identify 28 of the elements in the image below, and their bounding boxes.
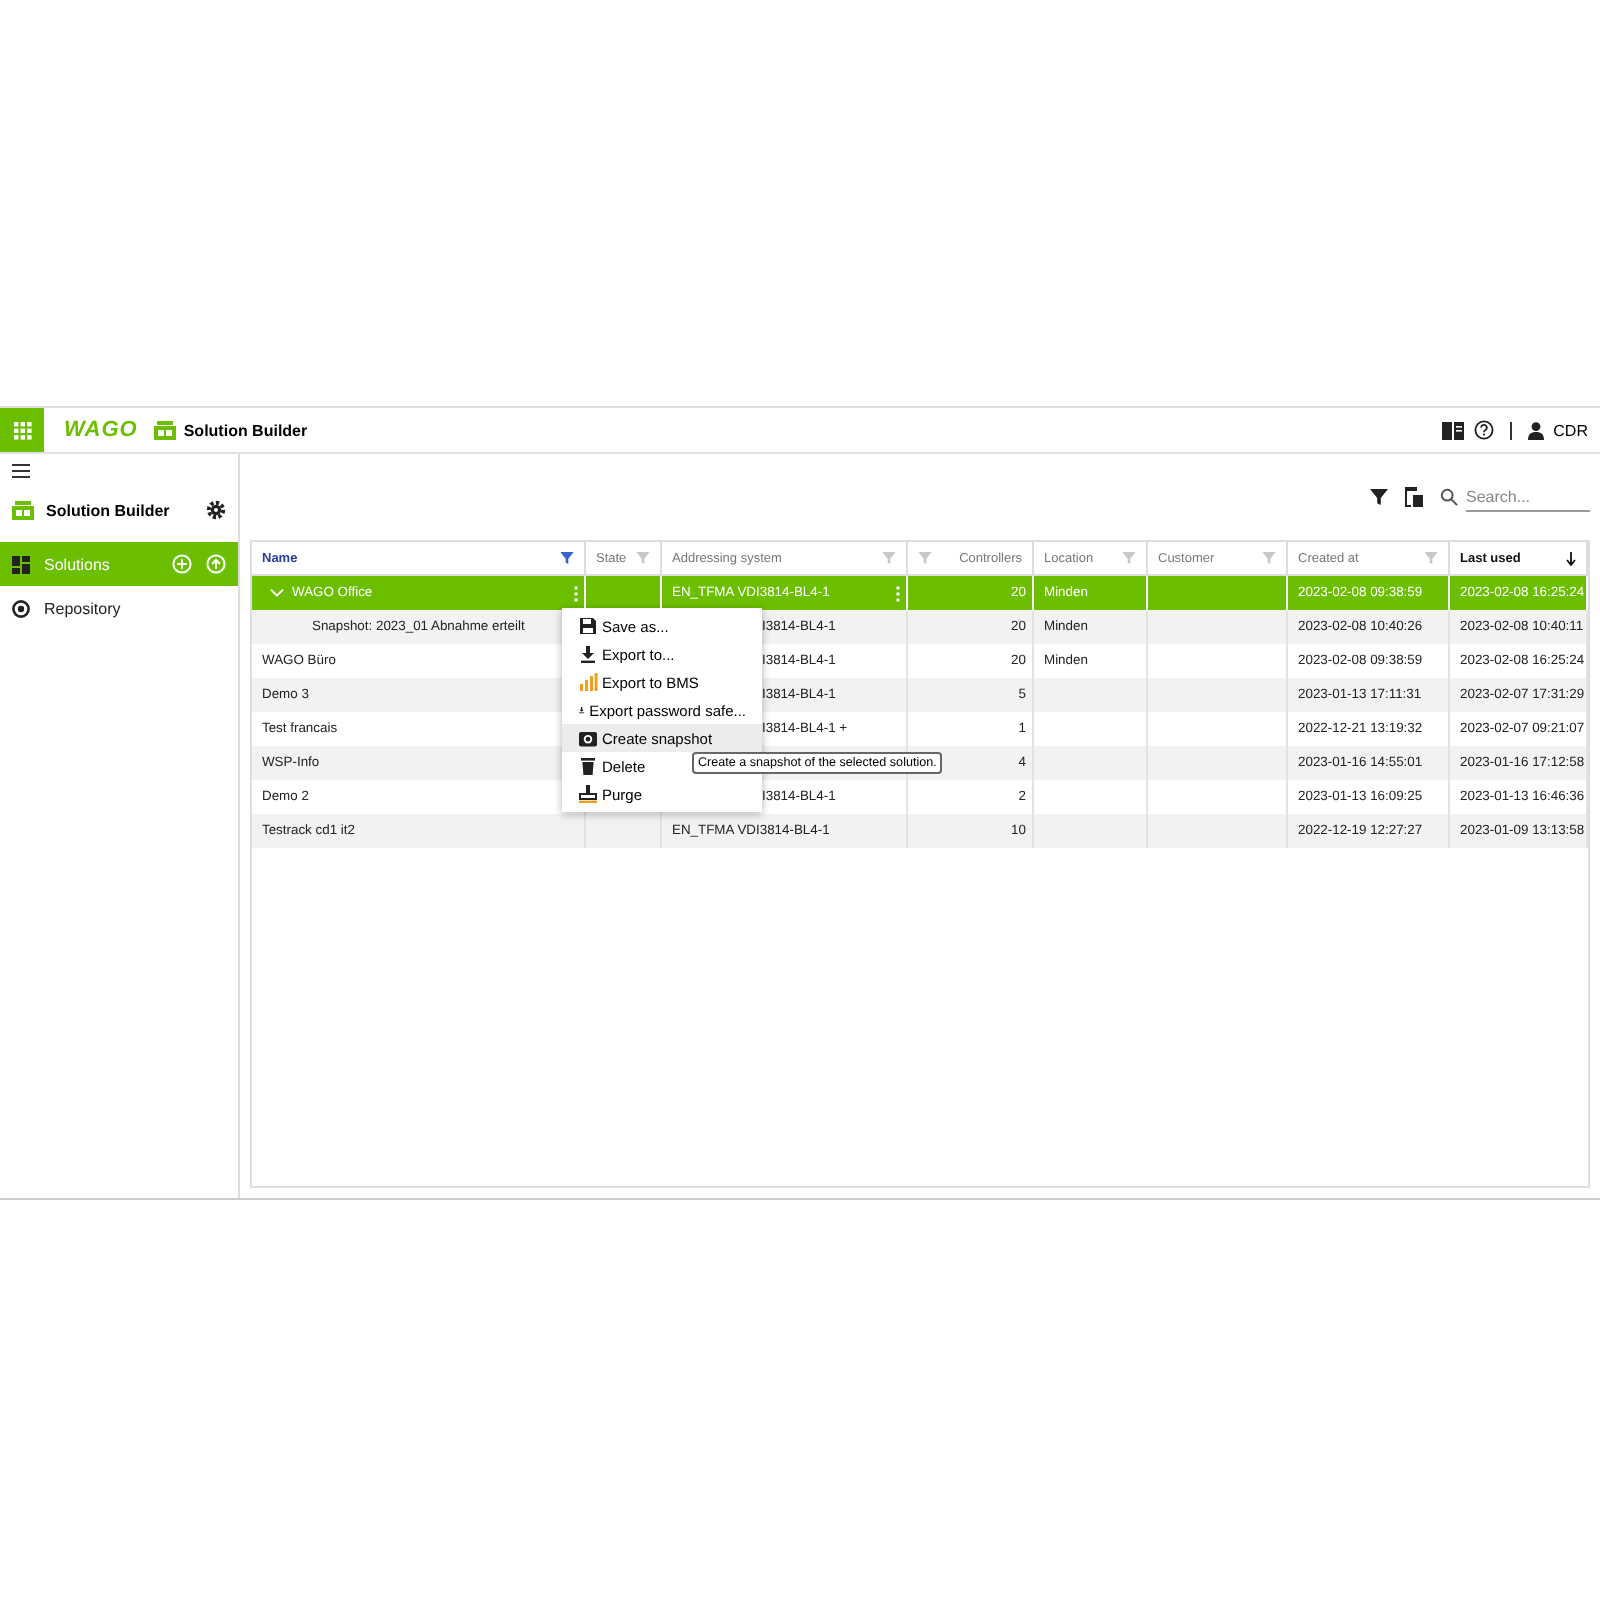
book-icon[interactable] — [1441, 421, 1464, 439]
grid-icon — [13, 421, 31, 439]
filter-icon[interactable] — [1370, 488, 1388, 506]
app-building-icon — [153, 420, 176, 440]
help-icon[interactable] — [1473, 420, 1494, 440]
chevron-down-icon[interactable] — [270, 588, 284, 598]
brand-logo: WAGO — [64, 418, 138, 442]
sort-down-icon[interactable] — [1566, 551, 1576, 565]
upload-icon[interactable] — [206, 554, 226, 574]
settings-icon[interactable] — [206, 500, 226, 520]
app-building-icon — [12, 500, 34, 520]
document-settings-icon[interactable] — [1404, 486, 1424, 508]
disc-icon — [12, 599, 30, 617]
trash-icon — [578, 756, 598, 776]
app-title: Solution Builder — [183, 421, 308, 439]
sidebar-title: Solution Builder — [46, 501, 172, 519]
dashboard-icon — [12, 555, 30, 573]
sidebar-item[interactable]: Repository — [0, 586, 238, 630]
search-field[interactable]: Search... — [1466, 482, 1590, 512]
menu-icon — [12, 464, 30, 478]
bar-chart-icon — [578, 672, 598, 692]
stamp-icon — [578, 784, 598, 804]
user-name[interactable]: CDR — [1553, 421, 1588, 439]
search-icon — [1440, 488, 1458, 506]
add-icon[interactable] — [172, 554, 192, 574]
download-icon — [578, 644, 598, 664]
camera-icon — [578, 728, 598, 748]
user-icon[interactable] — [1527, 421, 1544, 439]
